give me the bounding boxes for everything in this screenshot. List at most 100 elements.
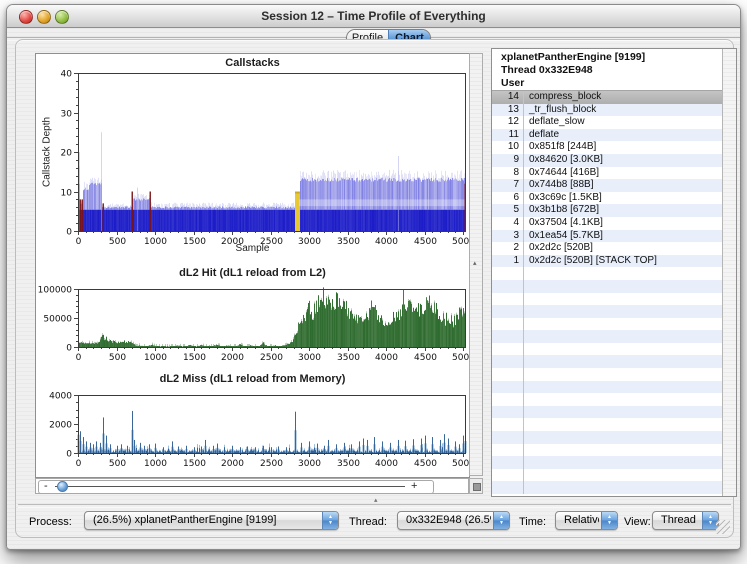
zoom-out-button[interactable]: - bbox=[44, 480, 48, 492]
screen: Session 12 – Time Profile of Everything … bbox=[0, 0, 747, 564]
time-select[interactable]: Relative ▲▼ bbox=[555, 511, 618, 530]
row-symbol: compress_block bbox=[524, 91, 601, 104]
scroll-corner-box[interactable] bbox=[469, 478, 483, 494]
horizontal-scrollbar[interactable]: - + bbox=[35, 478, 469, 494]
row-depth: 9 bbox=[492, 154, 524, 167]
mode-text: User bbox=[501, 77, 723, 90]
row-depth bbox=[492, 280, 524, 293]
zoom-slider-thumb[interactable] bbox=[57, 481, 68, 492]
table-row[interactable]: 13_tr_flush_block bbox=[492, 104, 723, 117]
zoom-slider-track[interactable] bbox=[55, 486, 405, 487]
row-depth bbox=[492, 330, 524, 343]
list-scrollbar[interactable] bbox=[722, 49, 736, 496]
row-depth: 2 bbox=[492, 242, 524, 255]
view-select[interactable]: Thread ▲▼ bbox=[652, 511, 719, 530]
row-depth bbox=[492, 393, 524, 406]
row-symbol: 0x74644 [416B] bbox=[524, 167, 599, 180]
row-symbol: 0x744b8 [88B] bbox=[524, 179, 594, 192]
table-row[interactable]: 30x1ea54 [5.7KB] bbox=[492, 230, 723, 243]
splitter-caret-icon[interactable]: ▴ bbox=[374, 496, 378, 504]
row-symbol bbox=[524, 469, 529, 482]
table-row[interactable]: 70x744b8 [88B] bbox=[492, 179, 723, 192]
table-row[interactable] bbox=[492, 456, 723, 469]
minimize-button[interactable] bbox=[37, 10, 51, 24]
dl2-miss-chart-title: dL2 Miss (dL1 reload from Memory) bbox=[36, 373, 469, 385]
table-row[interactable] bbox=[492, 444, 723, 457]
row-symbol bbox=[524, 481, 529, 494]
row-symbol bbox=[524, 293, 529, 306]
table-row[interactable] bbox=[492, 293, 723, 306]
row-symbol bbox=[524, 431, 529, 444]
resize-grip[interactable] bbox=[716, 520, 730, 534]
zoom-button[interactable] bbox=[55, 10, 69, 24]
zoom-slider[interactable]: - + bbox=[38, 480, 434, 494]
row-depth: 10 bbox=[492, 141, 524, 154]
vertical-scrollbar[interactable]: ▴ bbox=[469, 53, 483, 476]
table-row[interactable] bbox=[492, 406, 723, 419]
row-symbol bbox=[524, 355, 529, 368]
table-row[interactable]: 20x2d2c [520B] bbox=[492, 242, 723, 255]
table-row[interactable]: 60x3c69c [1.5KB] bbox=[492, 192, 723, 205]
process-select-value: (26.5%) xplanetPantherEngine [9199] bbox=[93, 512, 320, 529]
thread-select[interactable]: 0x332E948 (26.5%) ▲▼ bbox=[397, 511, 510, 530]
table-row[interactable]: 10x2d2c [520B] [STACK TOP] bbox=[492, 255, 723, 268]
table-row[interactable] bbox=[492, 469, 723, 482]
table-row[interactable] bbox=[492, 280, 723, 293]
row-symbol bbox=[524, 280, 529, 293]
row-symbol bbox=[524, 368, 529, 381]
table-row[interactable] bbox=[492, 481, 723, 494]
row-symbol: deflate bbox=[524, 129, 559, 142]
callstack-list-header: xplanetPantherEngine [9199] Thread 0x332… bbox=[492, 49, 723, 91]
table-row[interactable]: 50x3b1b8 [672B] bbox=[492, 204, 723, 217]
table-row[interactable] bbox=[492, 305, 723, 318]
dl2-hit-chart-title: dL2 Hit (dL1 reload from L2) bbox=[36, 267, 469, 279]
chart-panel: Callstacks Callstack Depth Sample dL2 Hi… bbox=[35, 53, 470, 478]
table-row[interactable] bbox=[492, 418, 723, 431]
table-row[interactable]: 14compress_block bbox=[492, 91, 723, 104]
row-depth bbox=[492, 343, 524, 356]
table-row[interactable] bbox=[492, 267, 723, 280]
table-row[interactable] bbox=[492, 330, 723, 343]
row-depth: 14 bbox=[492, 91, 524, 104]
row-depth bbox=[492, 318, 524, 331]
row-symbol bbox=[524, 456, 529, 469]
table-row[interactable] bbox=[492, 318, 723, 331]
table-row[interactable] bbox=[492, 393, 723, 406]
row-symbol bbox=[524, 318, 529, 331]
table-row[interactable] bbox=[492, 431, 723, 444]
row-depth bbox=[492, 469, 524, 482]
scrollbar-caret-icon: ▴ bbox=[473, 259, 477, 267]
row-symbol: 0x3b1b8 [672B] bbox=[524, 204, 599, 217]
table-row[interactable] bbox=[492, 343, 723, 356]
row-depth: 11 bbox=[492, 129, 524, 142]
corner-square-icon bbox=[473, 483, 481, 491]
process-label: Process: bbox=[29, 516, 72, 528]
popup-stepper-icon: ▲▼ bbox=[601, 512, 617, 529]
view-select-value: Thread bbox=[661, 512, 700, 529]
table-row[interactable]: 12deflate_slow bbox=[492, 116, 723, 129]
row-symbol: 0x2d2c [520B] [STACK TOP] bbox=[524, 255, 657, 268]
table-row[interactable]: 80x74644 [416B] bbox=[492, 167, 723, 180]
table-row[interactable]: 100x851f8 [244B] bbox=[492, 141, 723, 154]
table-row[interactable] bbox=[492, 368, 723, 381]
row-symbol: deflate_slow bbox=[524, 116, 585, 129]
table-row[interactable]: 90x84620 [3.0KB] bbox=[492, 154, 723, 167]
process-name-text: xplanetPantherEngine [9199] bbox=[501, 51, 723, 64]
row-depth bbox=[492, 481, 524, 494]
row-symbol bbox=[524, 305, 529, 318]
table-row[interactable]: 11deflate bbox=[492, 129, 723, 142]
close-button[interactable] bbox=[19, 10, 33, 24]
thread-label: Thread: bbox=[349, 516, 387, 528]
window-title: Session 12 – Time Profile of Everything bbox=[77, 9, 670, 23]
row-symbol: 0x37504 [4.1KB] bbox=[524, 217, 603, 230]
table-row[interactable] bbox=[492, 381, 723, 394]
zoom-in-button[interactable]: + bbox=[411, 480, 417, 492]
charts-canvas[interactable] bbox=[36, 54, 469, 477]
thread-select-value: 0x332E948 (26.5%) bbox=[406, 512, 491, 529]
row-depth bbox=[492, 406, 524, 419]
table-row[interactable]: 40x37504 [4.1KB] bbox=[492, 217, 723, 230]
process-select[interactable]: (26.5%) xplanetPantherEngine [9199] ▲▼ bbox=[84, 511, 339, 530]
table-row[interactable] bbox=[492, 355, 723, 368]
row-depth: 5 bbox=[492, 204, 524, 217]
title-bar[interactable]: Session 12 – Time Profile of Everything bbox=[7, 5, 740, 28]
